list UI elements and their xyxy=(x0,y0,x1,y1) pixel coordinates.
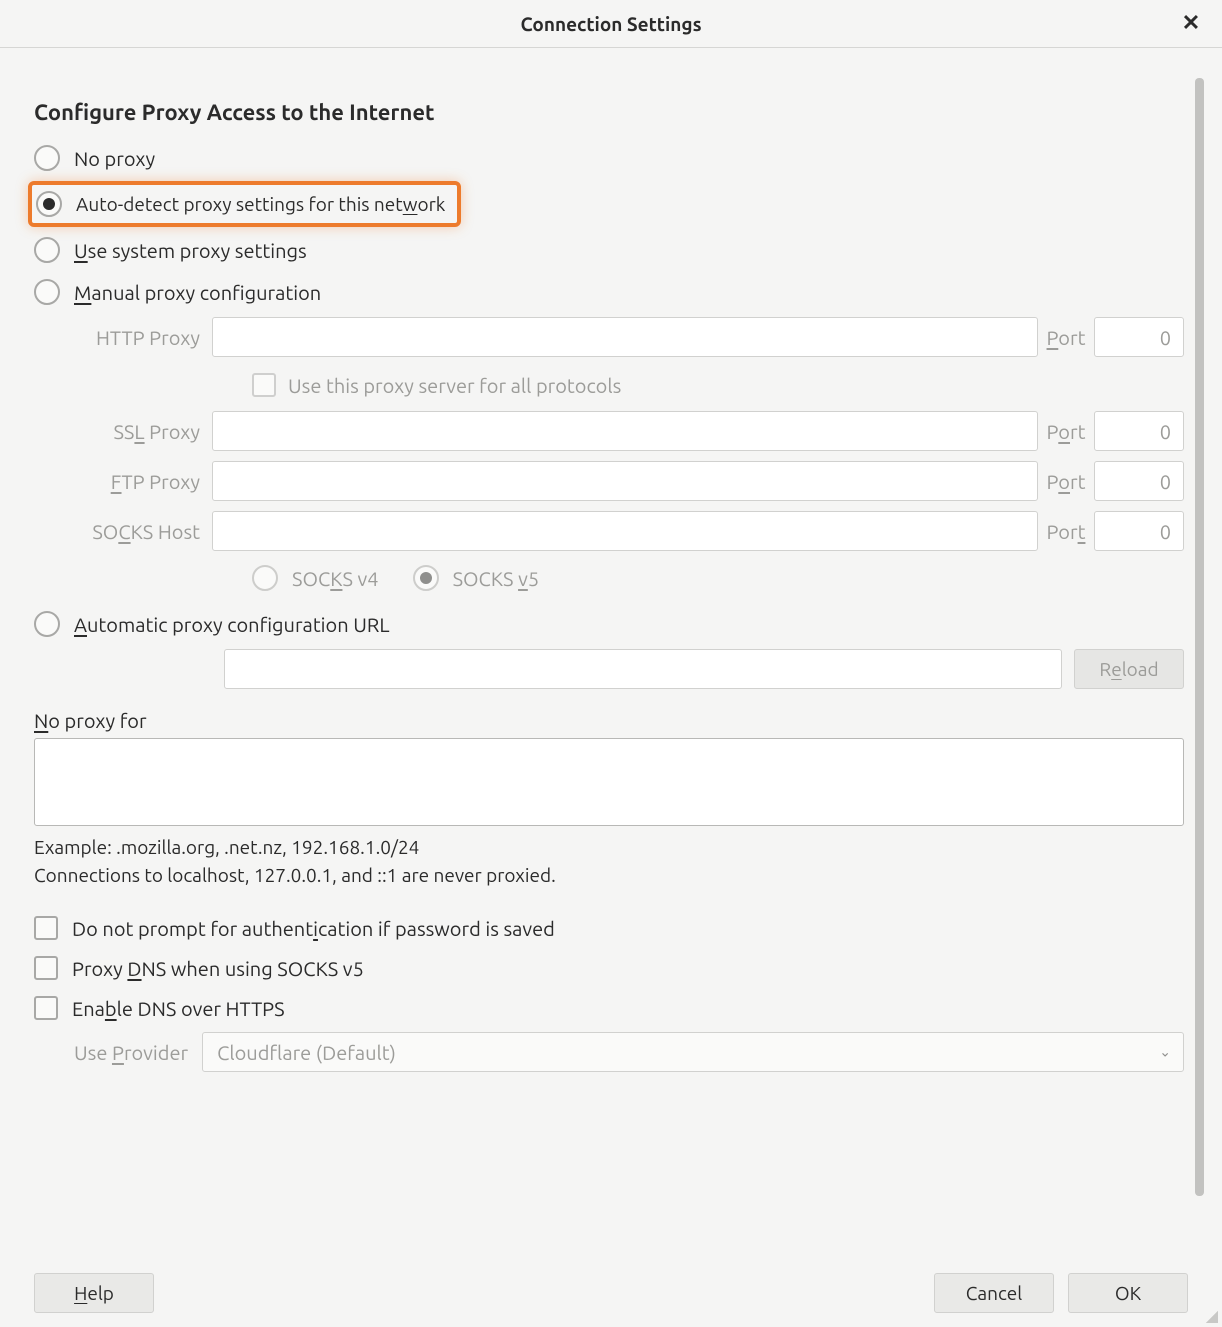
radio-auto-config-url[interactable]: Automatic proxy configuration URL xyxy=(34,603,1184,645)
localhost-note: Connections to localhost, 127.0.0.1, and… xyxy=(34,864,1184,886)
checkbox-label: Do not prompt for authentication if pass… xyxy=(72,917,555,940)
dialog-footer: Help Cancel OK xyxy=(0,1259,1222,1327)
checkbox-icon xyxy=(34,916,58,940)
socks-version-row: SOCKS v4 SOCKS v5 xyxy=(252,561,1184,603)
ftp-port-label: Port xyxy=(1038,470,1094,493)
scrollbar[interactable] xyxy=(1195,78,1204,1196)
radio-label: Automatic proxy configuration URL xyxy=(74,613,390,636)
radio-label: Auto-detect proxy settings for this netw… xyxy=(76,193,445,215)
no-proxy-example: Example: .mozilla.org, .net.nz, 192.168.… xyxy=(34,836,1184,858)
ftp-proxy-label: FTP Proxy xyxy=(74,470,212,493)
checkbox-label: Use this proxy server for all protocols xyxy=(288,374,621,397)
http-port-input[interactable]: 0 xyxy=(1094,317,1184,357)
http-port-label: Port xyxy=(1038,326,1094,349)
radio-socks-v4[interactable] xyxy=(252,565,278,591)
socks-v4-label: SOCKS v4 xyxy=(292,567,379,590)
ssl-port-input[interactable]: 0 xyxy=(1094,411,1184,451)
cancel-button[interactable]: Cancel xyxy=(934,1273,1054,1313)
content: Configure Proxy Access to the Internet N… xyxy=(0,48,1222,1072)
section-heading: Configure Proxy Access to the Internet xyxy=(34,100,1184,125)
dialog-title: Connection Settings xyxy=(520,13,701,35)
ftp-port-input[interactable]: 0 xyxy=(1094,461,1184,501)
use-for-all-protocols[interactable]: Use this proxy server for all protocols xyxy=(252,367,1184,411)
doh-provider-dropdown[interactable]: Cloudflare (Default) ⌄ xyxy=(202,1032,1184,1072)
checkbox-proxy-dns-socks5[interactable]: Proxy DNS when using SOCKS v5 xyxy=(34,948,1184,988)
ssl-port-label: Port xyxy=(1038,420,1094,443)
http-proxy-row: HTTP Proxy Port 0 xyxy=(74,317,1184,357)
socks-host-row: SOCKS Host Port 0 xyxy=(74,511,1184,551)
checkbox-label: Proxy DNS when using SOCKS v5 xyxy=(72,957,364,980)
checkbox-icon xyxy=(34,996,58,1020)
socks-host-label: SOCKS Host xyxy=(74,520,212,543)
radio-icon xyxy=(34,145,60,171)
http-proxy-label: HTTP Proxy xyxy=(74,326,212,349)
chevron-down-icon: ⌄ xyxy=(1159,1044,1171,1061)
pac-url-input[interactable] xyxy=(224,649,1062,689)
close-icon[interactable]: ✕ xyxy=(1178,10,1204,36)
ftp-proxy-input[interactable] xyxy=(212,461,1038,501)
socks-v5-label: SOCKS v5 xyxy=(453,567,540,590)
radio-auto-detect-highlight: Auto-detect proxy settings for this netw… xyxy=(28,181,461,227)
radio-system-proxy[interactable]: Use system proxy settings xyxy=(34,229,1184,271)
ftp-proxy-row: FTP Proxy Port 0 xyxy=(74,461,1184,501)
resize-grip-icon[interactable] xyxy=(1200,1305,1218,1323)
radio-manual-proxy[interactable]: Manual proxy configuration xyxy=(34,271,1184,313)
no-proxy-for-label: No proxy for xyxy=(34,709,1184,732)
checkbox-icon xyxy=(252,373,276,397)
http-proxy-input[interactable] xyxy=(212,317,1038,357)
radio-icon xyxy=(34,237,60,263)
doh-provider-label: Use Provider xyxy=(74,1041,188,1064)
socks-port-input[interactable]: 0 xyxy=(1094,511,1184,551)
pac-url-row: Reload xyxy=(74,649,1184,689)
checkbox-label: Enable DNS over HTTPS xyxy=(72,997,285,1020)
ok-button[interactable]: OK xyxy=(1068,1273,1188,1313)
manual-proxy-fields: HTTP Proxy Port 0 Use this proxy server … xyxy=(74,317,1184,603)
ssl-proxy-row: SSL Proxy Port 0 xyxy=(74,411,1184,451)
socks-port-label: Port xyxy=(1038,520,1094,543)
ssl-proxy-input[interactable] xyxy=(212,411,1038,451)
checkbox-enable-doh[interactable]: Enable DNS over HTTPS xyxy=(34,988,1184,1028)
radio-icon xyxy=(34,279,60,305)
checkbox-icon xyxy=(34,956,58,980)
dropdown-value: Cloudflare (Default) xyxy=(217,1041,396,1064)
content-wrap: Configure Proxy Access to the Internet N… xyxy=(0,48,1222,1327)
reload-button[interactable]: Reload xyxy=(1074,649,1184,689)
socks-host-input[interactable] xyxy=(212,511,1038,551)
help-button[interactable]: Help xyxy=(34,1273,154,1313)
no-proxy-for-textarea[interactable] xyxy=(34,738,1184,826)
doh-provider-row: Use Provider Cloudflare (Default) ⌄ xyxy=(74,1032,1184,1072)
radio-socks-v5[interactable] xyxy=(413,565,439,591)
radio-label: No proxy xyxy=(74,147,155,170)
checkbox-no-auth-prompt[interactable]: Do not prompt for authentication if pass… xyxy=(34,908,1184,948)
radio-no-proxy[interactable]: No proxy xyxy=(34,137,1184,179)
radio-label: Use system proxy settings xyxy=(74,239,307,262)
titlebar: Connection Settings ✕ xyxy=(0,0,1222,48)
ssl-proxy-label: SSL Proxy xyxy=(74,420,212,443)
radio-label: Manual proxy configuration xyxy=(74,281,321,304)
radio-icon-selected[interactable] xyxy=(36,191,62,217)
radio-icon xyxy=(34,611,60,637)
